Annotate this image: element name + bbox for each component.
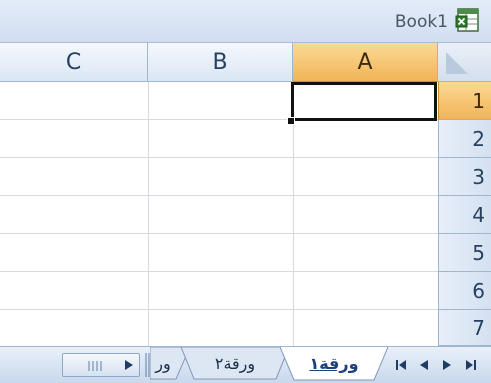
column-header-row: C B A	[0, 43, 491, 82]
fill-handle[interactable]	[287, 117, 295, 125]
sheet-tab-bar: ور ورقة٢ ورقة١	[0, 346, 491, 383]
row-header-4[interactable]: 4	[438, 196, 491, 234]
sheet-tab-label: ورقة١	[309, 354, 359, 373]
row-header-2[interactable]: 2	[438, 120, 491, 158]
scroll-grip-icon	[88, 361, 102, 371]
sheet-tab-label: ورقة٢	[214, 354, 256, 373]
column-header-c[interactable]: C	[0, 43, 148, 82]
grid-line	[0, 195, 438, 196]
first-sheet-icon	[396, 360, 406, 370]
row-header-1[interactable]: 1	[438, 82, 491, 120]
first-sheet-button[interactable]	[392, 355, 410, 375]
grid-line	[0, 271, 438, 272]
grid-line	[148, 82, 149, 346]
row-header-5[interactable]: 5	[438, 234, 491, 272]
next-sheet-button[interactable]	[438, 355, 456, 375]
cell-grid[interactable]	[0, 82, 438, 346]
excel-workbook-icon[interactable]	[455, 7, 482, 34]
sheet-tab-label: ور	[155, 354, 171, 373]
row-header-column: 1 2 3 4 5 6 7	[438, 82, 491, 346]
workbook-title-bar: Book1	[0, 0, 491, 43]
row-header-7[interactable]: 7	[438, 310, 491, 346]
column-header-a[interactable]: A	[293, 43, 438, 82]
scroll-right-button[interactable]	[120, 355, 138, 375]
column-header-b[interactable]: B	[148, 43, 293, 82]
row-header-3[interactable]: 3	[438, 158, 491, 196]
select-all-corner[interactable]	[438, 43, 491, 82]
last-sheet-button[interactable]	[462, 355, 480, 375]
row-header-6[interactable]: 6	[438, 272, 491, 310]
grid-line	[0, 309, 438, 310]
sheet-tab-1[interactable]: ورقة١	[280, 347, 388, 381]
last-sheet-icon	[466, 360, 476, 370]
sheet-tab-2[interactable]: ورقة٢	[180, 347, 290, 380]
previous-sheet-icon	[420, 360, 428, 370]
select-all-triangle-icon	[446, 52, 468, 74]
grid-line	[0, 157, 438, 158]
active-cell-a1[interactable]	[291, 82, 437, 121]
previous-sheet-button[interactable]	[415, 355, 433, 375]
next-sheet-icon	[443, 360, 451, 370]
grid-line	[0, 233, 438, 234]
workbook-title: Book1	[394, 12, 448, 32]
scroll-right-icon	[125, 360, 133, 370]
